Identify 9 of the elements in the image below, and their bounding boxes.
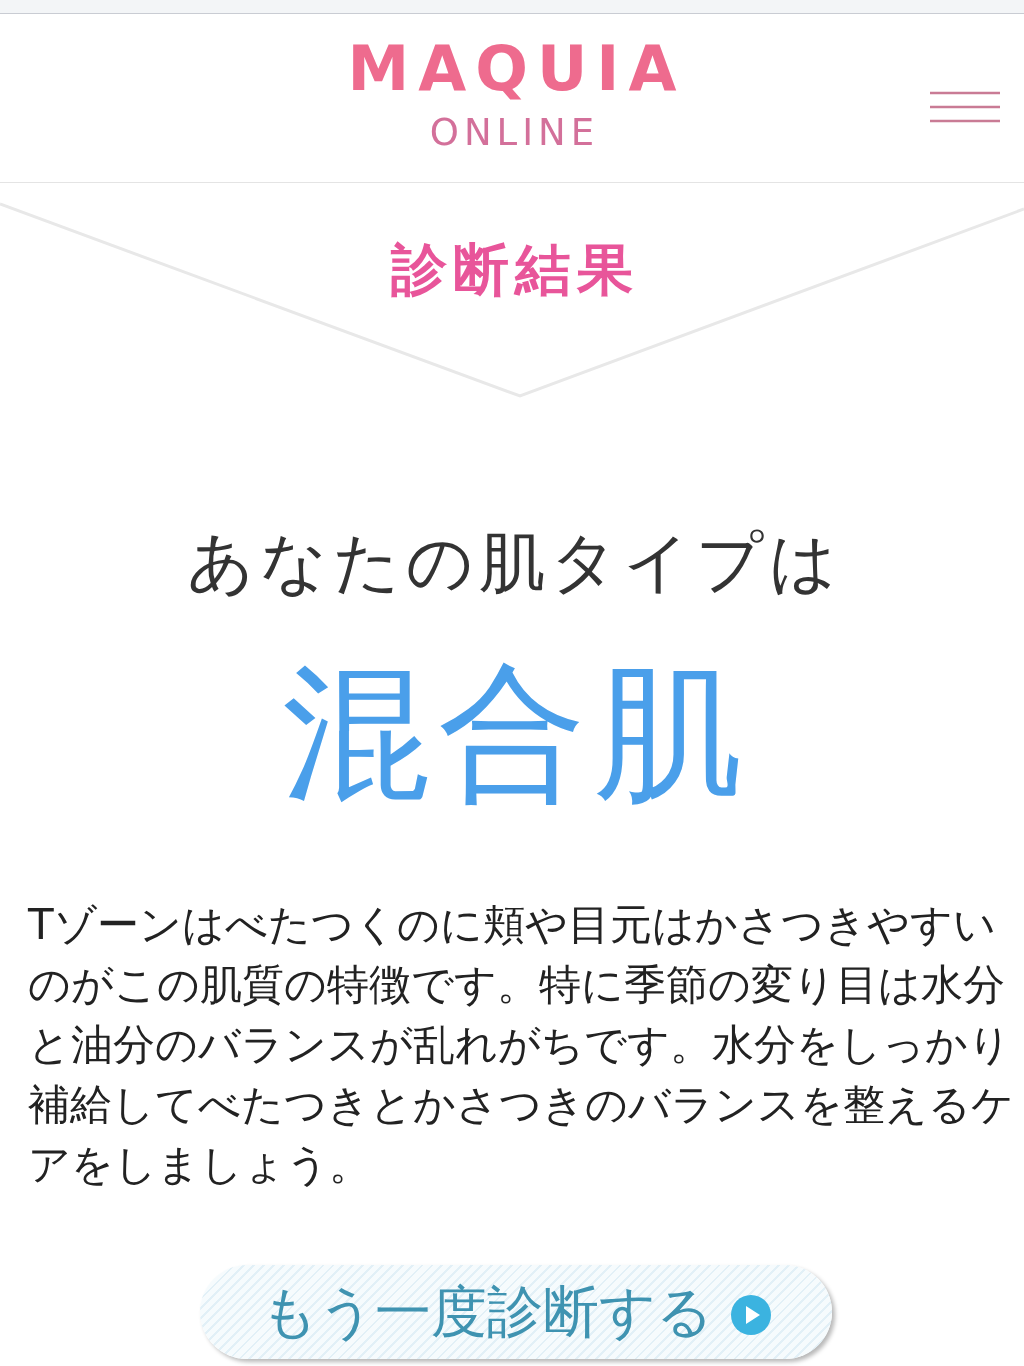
menu-button[interactable]	[930, 90, 1000, 124]
play-icon	[731, 1295, 771, 1335]
logo-link[interactable]: MAQUIA ONLINE	[338, 38, 686, 151]
menu-icon	[930, 90, 1000, 124]
result-heading: 診断結果	[389, 236, 639, 304]
retry-button[interactable]: もう一度診断する	[200, 1265, 832, 1359]
skin-type-description: Tゾーンはべたつくのに頬や目元はかさつきやすいのがこの肌質の特徴です。特に季節の変り目は水分と油分のバランスが乱れがちです。水分をしっかり補給してべたつきとかさつきのバランスを整えるケアをしましょう。	[28, 899, 1014, 1191]
skin-type-lead: あなたの肌タイプは	[186, 523, 842, 603]
skin-type-result: 混合肌	[281, 648, 750, 818]
